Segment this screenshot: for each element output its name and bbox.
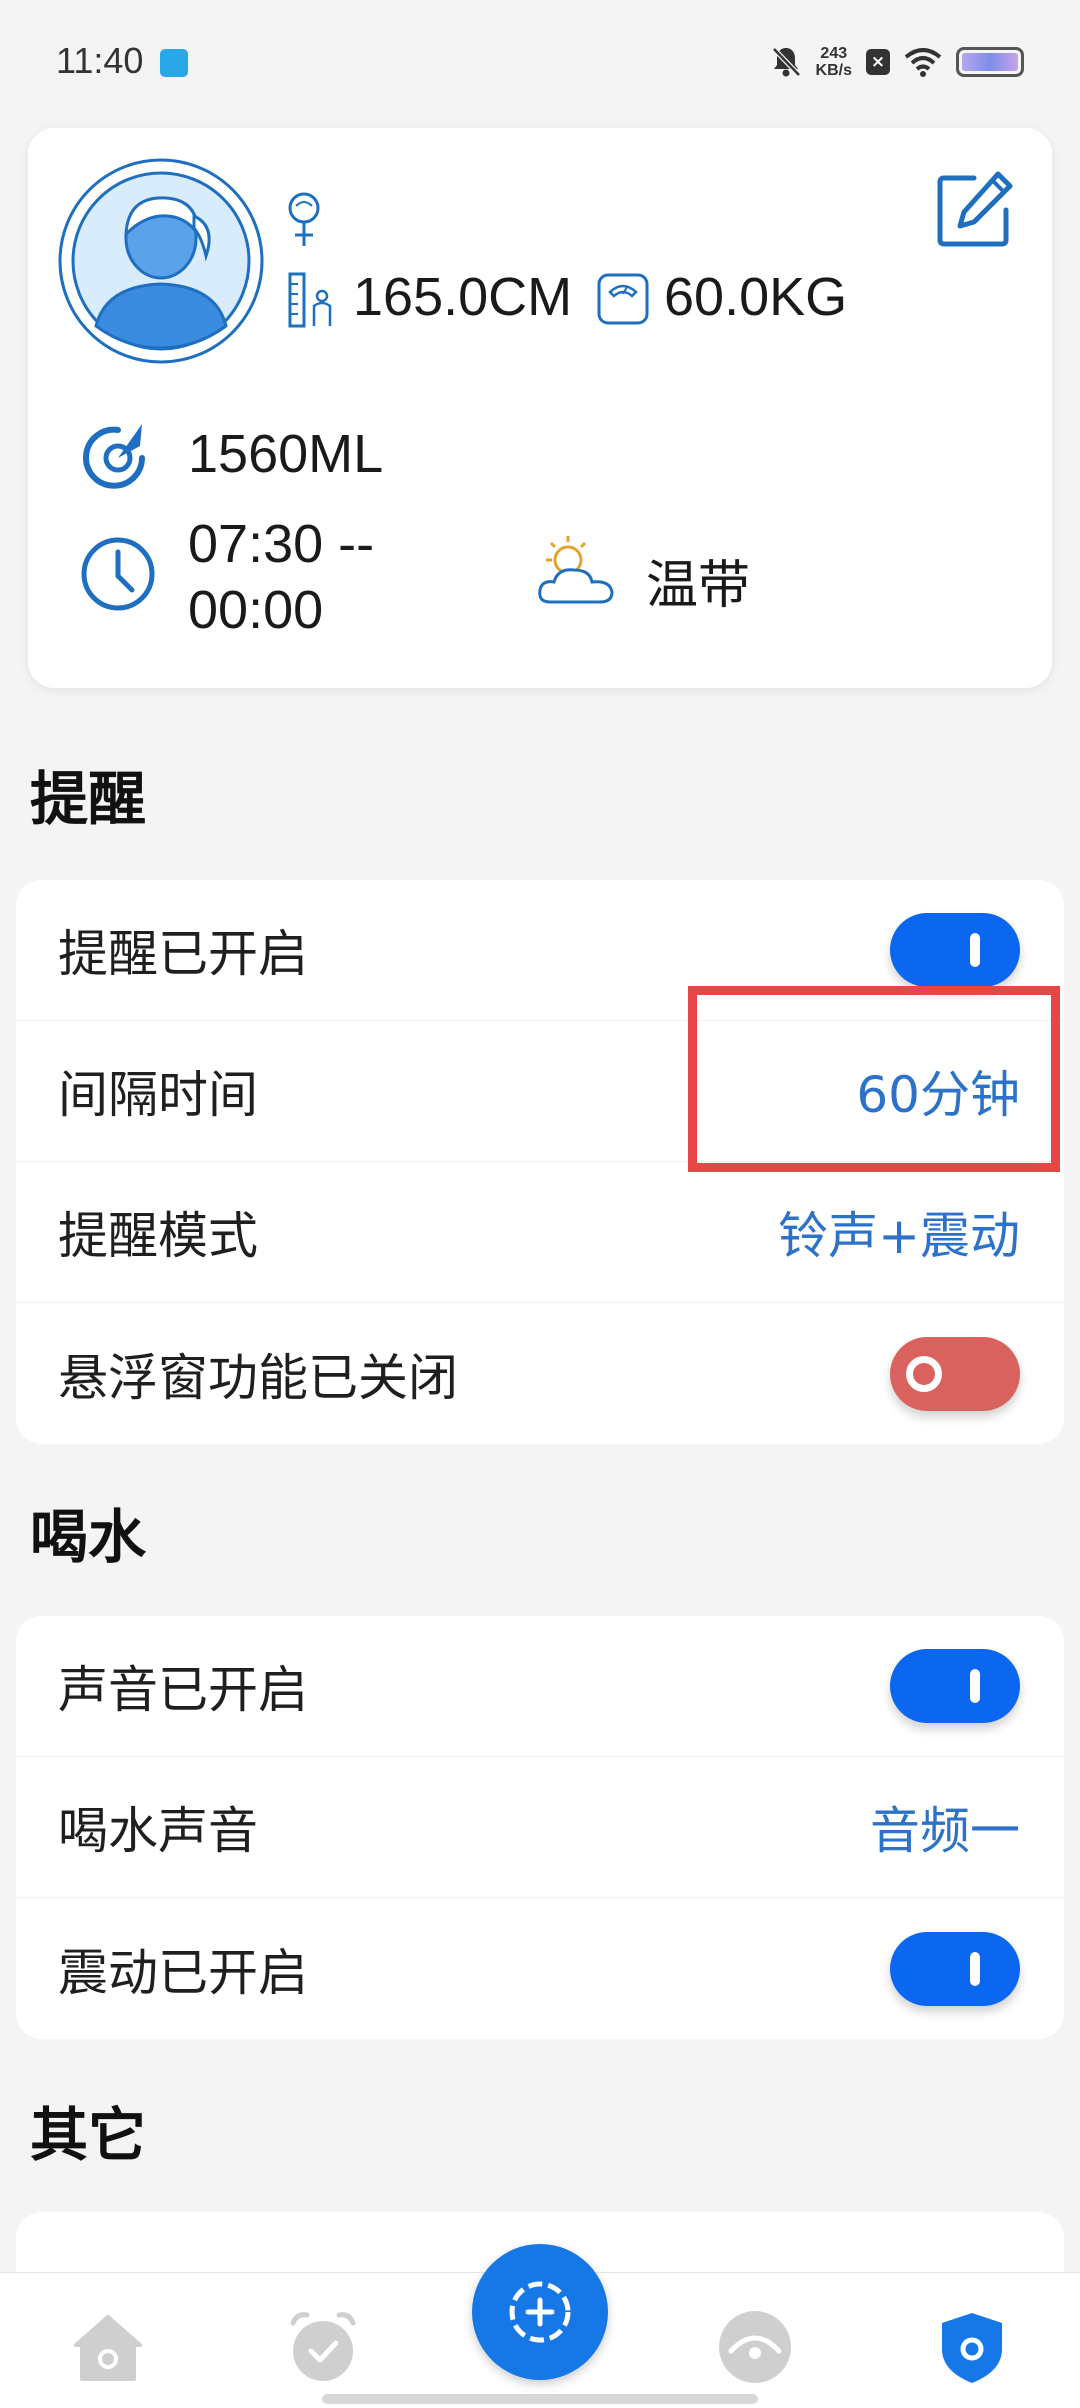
battery-icon xyxy=(956,47,1024,77)
app-notification-icon xyxy=(160,49,188,77)
time-range-value: 07:30 -- 00:00 xyxy=(188,514,375,640)
weight-value: 60.0KG xyxy=(664,267,848,327)
edit-icon[interactable] xyxy=(934,168,1016,250)
floating-window-row[interactable]: 悬浮窗功能已关闭 xyxy=(16,1303,1064,1444)
drink-sound-row[interactable]: 喝水声音 音频一 xyxy=(16,1757,1064,1898)
add-button[interactable] xyxy=(472,2244,608,2380)
drink-sound-label: 喝水声音 xyxy=(58,1802,258,1860)
profile-card[interactable]: 165.0CM 60.0KG 1560ML 07:30 -- 00:00 温带 xyxy=(28,128,1052,688)
wifi-icon xyxy=(904,48,942,77)
battery-level xyxy=(962,53,1018,71)
interval-value[interactable]: 60分钟 xyxy=(856,1055,1020,1127)
sound-toggle-row[interactable]: 声音已开启 xyxy=(16,1616,1064,1757)
water-goal-value: 1560ML xyxy=(188,424,384,484)
reminder-toggle[interactable] xyxy=(890,913,1020,987)
status-bar: 11:40 243 KB/s × xyxy=(0,0,1080,125)
avatar-icon xyxy=(58,158,264,364)
reminder-mode-row[interactable]: 提醒模式 铃声+震动 xyxy=(16,1162,1064,1303)
section-title-other: 其它 xyxy=(30,2101,147,2169)
home-icon[interactable] xyxy=(68,2307,148,2387)
sound-toggle[interactable] xyxy=(890,1649,1020,1723)
height-value: 165.0CM xyxy=(353,267,573,327)
reminder-toggle-label: 提醒已开启 xyxy=(58,925,308,983)
shield-icon[interactable] xyxy=(932,2307,1012,2387)
section-title-drink: 喝水 xyxy=(30,1503,147,1571)
interval-label: 间隔时间 xyxy=(58,1066,258,1124)
vibration-toggle[interactable] xyxy=(890,1931,1020,2006)
interval-row[interactable]: 间隔时间 60分钟 xyxy=(16,1021,1064,1162)
drink-sound-value[interactable]: 音频一 xyxy=(870,1791,1020,1863)
mute-bell-icon xyxy=(771,47,801,77)
eye-icon[interactable] xyxy=(715,2307,795,2387)
drink-group: 声音已开启 喝水声音 音频一 震动已开启 xyxy=(16,1616,1064,2039)
alarm-icon[interactable] xyxy=(283,2307,363,2387)
scale-icon xyxy=(597,273,649,325)
water-target-icon xyxy=(83,424,145,489)
female-icon xyxy=(288,192,320,246)
clock-icon xyxy=(81,537,155,611)
vibration-toggle-label: 震动已开启 xyxy=(58,1943,308,2002)
sound-toggle-label: 声音已开启 xyxy=(58,1661,308,1719)
floating-window-toggle[interactable] xyxy=(890,1336,1020,1411)
reminder-group: 提醒已开启 间隔时间 60分钟 提醒模式 铃声+震动 悬浮窗功能已关闭 xyxy=(16,880,1064,1444)
reminder-mode-label: 提醒模式 xyxy=(58,1207,258,1265)
add-icon xyxy=(509,2281,571,2343)
speed-unit: KB/s xyxy=(815,62,852,79)
close-square-icon: × xyxy=(866,49,890,75)
home-indicator[interactable] xyxy=(322,2394,758,2404)
status-time: 11:40 xyxy=(56,40,144,81)
cloud-sun-icon xyxy=(538,536,614,604)
status-icons: 243 KB/s × xyxy=(770,42,1024,82)
reminder-mode-value[interactable]: 铃声+震动 xyxy=(778,1196,1020,1268)
reminder-toggle-row[interactable]: 提醒已开启 xyxy=(16,880,1064,1021)
climate-value: 温带 xyxy=(646,556,751,616)
floating-window-label: 悬浮窗功能已关闭 xyxy=(58,1348,458,1407)
height-ruler-icon xyxy=(288,272,332,328)
vibration-toggle-row[interactable]: 震动已开启 xyxy=(16,1898,1064,2039)
section-title-reminder: 提醒 xyxy=(30,765,147,833)
speed-value: 243 xyxy=(820,45,848,62)
network-speed: 243 KB/s xyxy=(816,45,852,79)
